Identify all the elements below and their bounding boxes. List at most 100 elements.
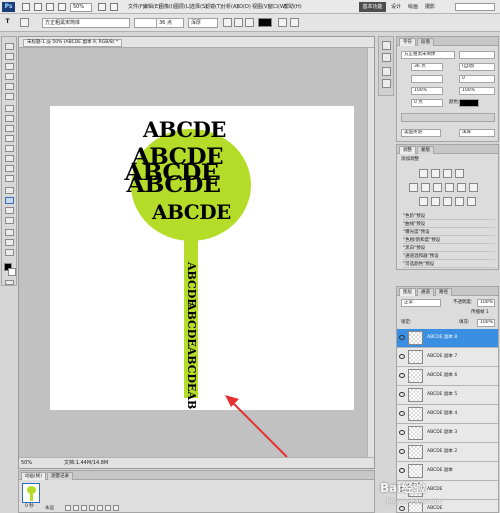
3d-rotate-tool-icon[interactable]: [5, 229, 14, 236]
vibrance-icon[interactable]: [409, 183, 418, 192]
brightness-icon[interactable]: [419, 169, 428, 178]
prev-frame-icon[interactable]: [73, 505, 79, 511]
canvas[interactable]: ABCDE ABCDE ABCDE ABCDE ABCDE ABCDE ABCD…: [50, 106, 354, 410]
first-frame-icon[interactable]: [65, 505, 71, 511]
text-color-swatch[interactable]: [258, 18, 272, 27]
posterize-icon[interactable]: [431, 197, 440, 206]
menu-item-1[interactable]: 编辑(E): [143, 4, 160, 10]
status-zoom[interactable]: 50%: [21, 460, 32, 466]
layer-row[interactable]: ABCDE 副本 2: [397, 443, 498, 462]
bridge-icon[interactable]: [22, 3, 30, 11]
visibility-eye-icon[interactable]: [399, 392, 405, 397]
char-font-family[interactable]: 方正粗黑宋简体: [401, 51, 455, 59]
threshold-icon[interactable]: [443, 197, 452, 206]
fill-field[interactable]: 100%: [477, 319, 495, 327]
menu-item-2[interactable]: 图像(I): [159, 4, 174, 10]
visibility-eye-icon[interactable]: [399, 411, 405, 416]
clone-stamp-tool-icon[interactable]: [5, 125, 14, 132]
menu-item-3[interactable]: 图层(L): [174, 4, 191, 10]
workspace-design[interactable]: 设计: [391, 4, 401, 10]
layer-row[interactable]: ABCDE 副本 5: [397, 386, 498, 405]
zoom-tool-icon[interactable]: [5, 249, 14, 256]
document-tab[interactable]: 未标题-1 @ 50% (ABCDE 副本 9, RGB/8) *: [23, 39, 123, 47]
frame-delay[interactable]: 0 秒: [25, 504, 34, 510]
black-white-icon[interactable]: [445, 183, 454, 192]
visibility-eye-icon[interactable]: [399, 449, 405, 454]
zoom-level-field[interactable]: 50%: [70, 3, 92, 12]
preset-levels[interactable]: "色阶"预设: [403, 213, 495, 220]
menu-item-10[interactable]: 帮助(H): [284, 4, 302, 10]
screen-mode-icon[interactable]: [110, 3, 118, 11]
gradient-tool-icon[interactable]: [5, 155, 14, 162]
char-kerning[interactable]: [411, 75, 443, 83]
char-language[interactable]: 美国英语: [401, 129, 441, 137]
pen-tool-icon[interactable]: [5, 187, 14, 194]
tab-layers[interactable]: 图层: [399, 288, 416, 296]
brush-tool-icon[interactable]: [5, 115, 14, 122]
layer-row[interactable]: ABCDE 副本 4: [397, 405, 498, 424]
healing-brush-tool-icon[interactable]: [5, 105, 14, 112]
char-style-buttons[interactable]: [401, 113, 495, 122]
char-vertical-scale[interactable]: 100%: [411, 87, 443, 95]
tab-paths[interactable]: 路径: [435, 288, 452, 296]
align-center-icon[interactable]: [234, 18, 243, 27]
char-font-size[interactable]: 36 点: [411, 63, 443, 71]
visibility-eye-icon[interactable]: [399, 354, 405, 359]
preset-black-white[interactable]: "黑白"预设: [403, 245, 495, 252]
align-right-icon[interactable]: [245, 18, 254, 27]
eraser-tool-icon[interactable]: [5, 145, 14, 152]
char-font-style[interactable]: [459, 51, 495, 59]
paragraph-panel-icon[interactable]: [382, 79, 391, 88]
warp-text-icon[interactable]: [278, 18, 287, 27]
preset-hue-saturation[interactable]: "色相/饱和度"预设: [403, 237, 495, 244]
crop-tool-icon[interactable]: [5, 83, 14, 90]
marquee-tool-icon[interactable]: [5, 53, 14, 60]
animation-frame[interactable]: [22, 483, 40, 503]
visibility-eye-icon[interactable]: [399, 468, 405, 473]
move-tool-icon[interactable]: [5, 43, 14, 50]
hue-saturation-icon[interactable]: [421, 183, 430, 192]
quick-select-tool-icon[interactable]: [5, 73, 14, 80]
char-panel-toggle-icon[interactable]: [290, 18, 299, 27]
workspace-photo[interactable]: 摄影: [425, 4, 435, 10]
arrange-documents-icon[interactable]: [98, 3, 106, 11]
path-select-tool-icon[interactable]: [5, 207, 14, 214]
tab-masks[interactable]: 蒙版: [417, 146, 434, 154]
menu-item-5[interactable]: 滤镜(T): [205, 4, 222, 10]
tab-character[interactable]: 字符: [399, 38, 416, 46]
loop-select[interactable]: 永远: [45, 506, 54, 512]
duplicate-frame-icon[interactable]: [105, 505, 111, 511]
shape-tool-icon[interactable]: [5, 217, 14, 224]
tab-channels[interactable]: 通道: [417, 288, 434, 296]
align-left-icon[interactable]: [223, 18, 232, 27]
play-icon[interactable]: [81, 505, 87, 511]
selective-color-icon[interactable]: [467, 197, 476, 206]
orientation-toggle-icon[interactable]: [20, 18, 29, 27]
workspace-basic-button[interactable]: 基本功能: [359, 2, 386, 12]
anti-alias-select[interactable]: 浑厚: [188, 18, 218, 28]
char-anti-alias[interactable]: 浑厚: [459, 129, 495, 137]
exposure-icon[interactable]: [455, 169, 464, 178]
dodge-tool-icon[interactable]: [5, 175, 14, 182]
eyedropper-tool-icon[interactable]: [5, 93, 14, 100]
3d-camera-tool-icon[interactable]: [5, 239, 14, 246]
actions-panel-icon[interactable]: [382, 53, 391, 62]
character-panel-icon[interactable]: [382, 67, 391, 76]
history-panel-icon[interactable]: [382, 41, 391, 50]
preset-exposure[interactable]: "曝光度"预设: [403, 229, 495, 236]
background-color-swatch[interactable]: [8, 268, 16, 276]
layer-row[interactable]: ABCDE 副本 7: [397, 348, 498, 367]
layer-row[interactable]: ABCDE 副本 3: [397, 424, 498, 443]
menu-item-8[interactable]: 视图(V): [252, 4, 269, 10]
blend-mode-select[interactable]: 正常: [401, 299, 441, 307]
minibridge-icon[interactable]: [34, 3, 42, 11]
view-extras-icon[interactable]: [46, 3, 54, 11]
tab-paragraph[interactable]: 段落: [417, 38, 434, 46]
menu-item-7[interactable]: 3D(D): [236, 4, 251, 10]
propagate-label[interactable]: 传播帧 1: [471, 310, 489, 316]
layer-row[interactable]: ABCDE 副本 6: [397, 367, 498, 386]
preset-selective-color[interactable]: "可选颜色"预设: [403, 261, 495, 268]
curves-icon[interactable]: [443, 169, 452, 178]
search-input[interactable]: [455, 3, 495, 11]
font-family-select[interactable]: 方正粗黑宋简体: [42, 18, 130, 28]
